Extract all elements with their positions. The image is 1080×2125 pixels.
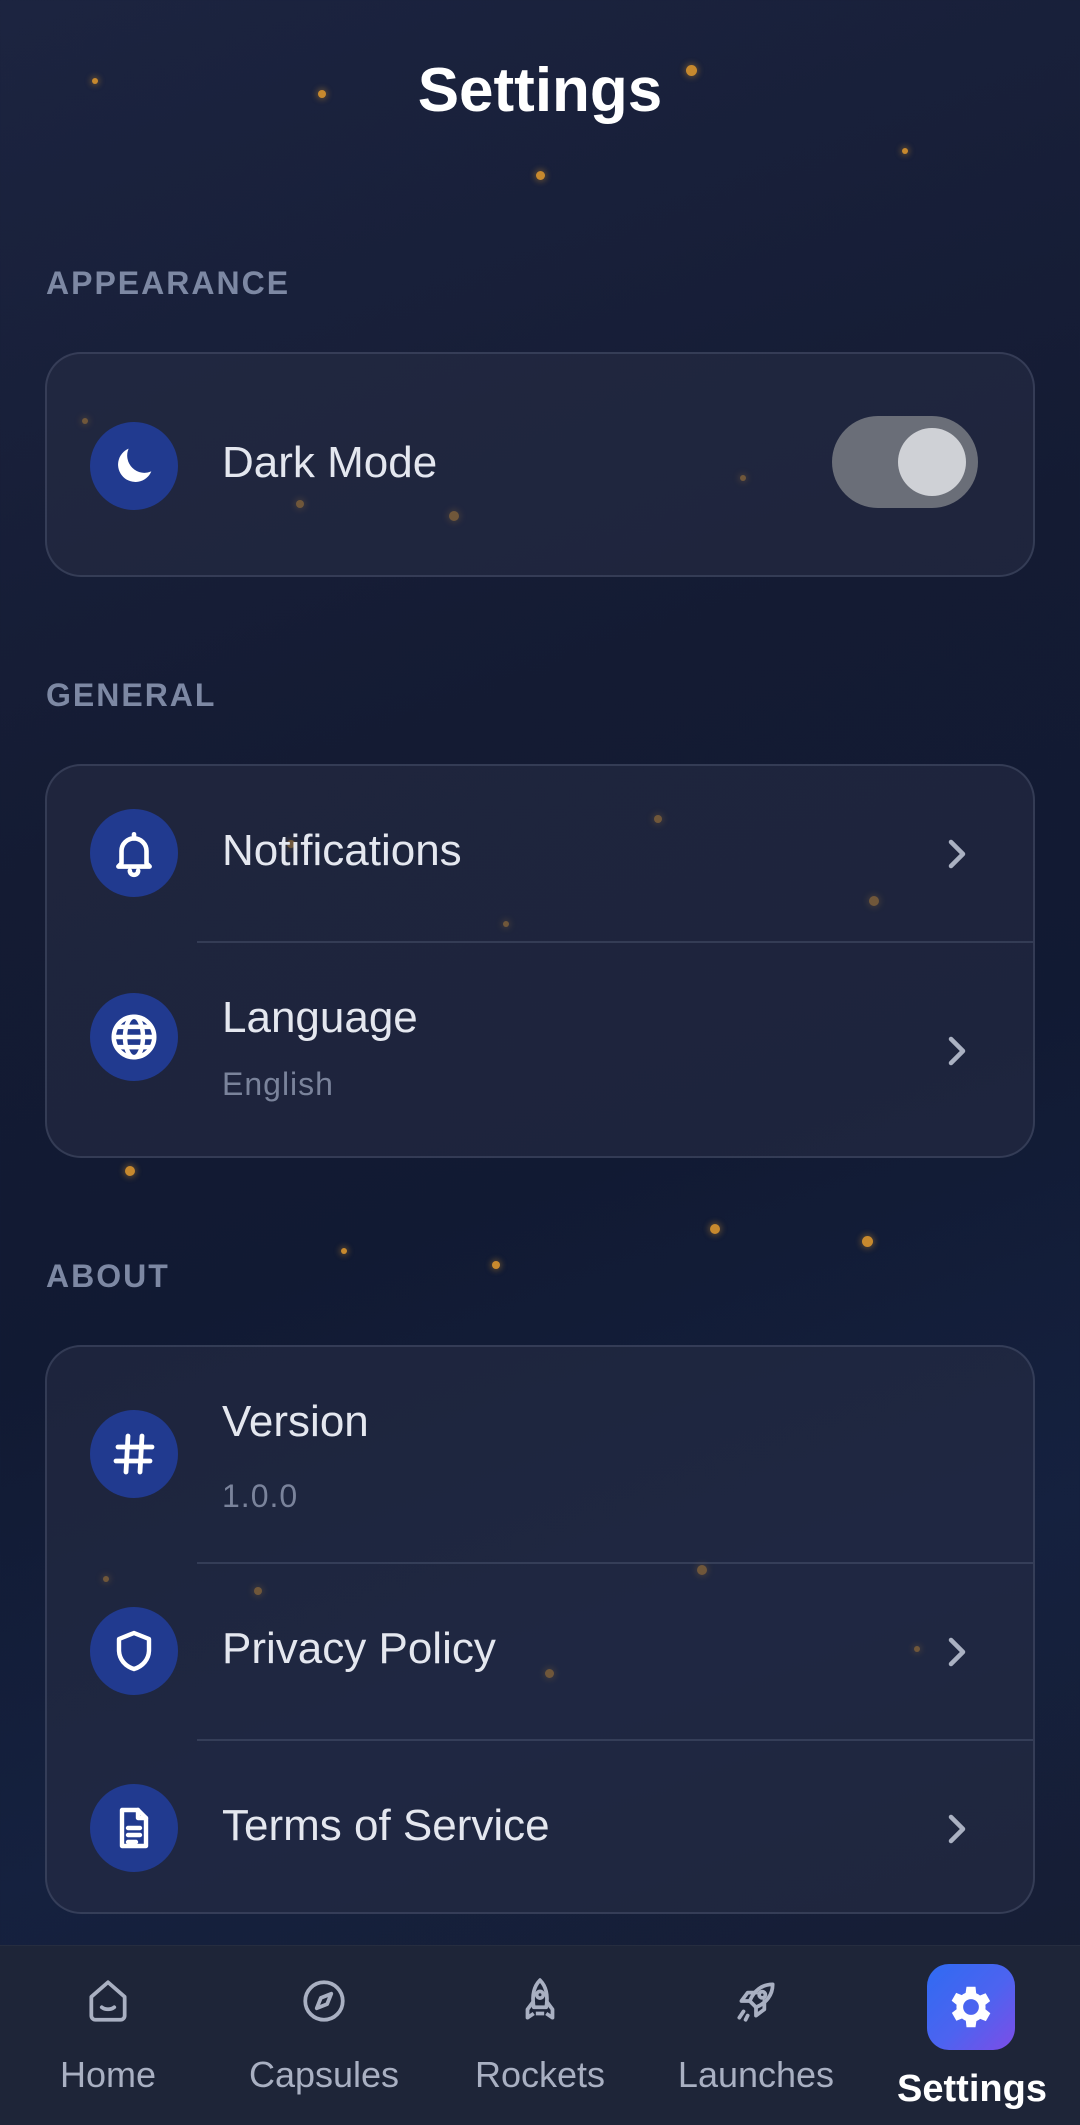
terms-of-service-label: Terms of Service: [222, 1801, 550, 1850]
nav-item-capsules[interactable]: Capsules: [216, 1946, 432, 2125]
nav-item-settings[interactable]: Settings: [864, 1946, 1080, 2125]
moon-icon: [90, 422, 178, 510]
chevron-right-icon: [948, 1637, 966, 1667]
document-icon: [90, 1784, 178, 1872]
launch-rocket-icon: [737, 1982, 775, 2022]
chevron-right-icon: [948, 1814, 966, 1844]
privacy-policy-row[interactable]: Privacy Policy: [47, 1564, 1033, 1739]
dark-mode-label: Dark Mode: [222, 438, 438, 487]
language-value: English: [222, 1066, 334, 1102]
nav-label-settings: Settings: [897, 2068, 1047, 2110]
version-row: Version 1.0.0: [47, 1347, 1033, 1562]
section-label-appearance: APPEARANCE: [46, 265, 291, 301]
page-title: Settings: [417, 56, 663, 125]
section-label-general: GENERAL: [46, 677, 217, 713]
language-label: Language: [222, 993, 418, 1042]
language-row[interactable]: Language English: [47, 943, 1033, 1156]
bell-icon: [90, 809, 178, 897]
home-icon: [89, 1980, 127, 2022]
hash-icon: [90, 1410, 178, 1498]
gear-icon: [927, 1964, 1015, 2050]
rocket-icon: [525, 1978, 555, 2020]
dark-mode-row: Dark Mode: [47, 354, 1033, 575]
nav-item-home[interactable]: Home: [0, 1946, 216, 2125]
terms-of-service-row[interactable]: Terms of Service: [47, 1741, 1033, 1912]
version-label: Version: [222, 1397, 369, 1446]
about-card: Version 1.0.0 Privacy Policy Terms of Se…: [45, 1345, 1035, 1914]
nav-label-rockets: Rockets: [474, 2054, 606, 2095]
appearance-card: Dark Mode: [45, 352, 1035, 577]
nav-label-home: Home: [59, 2054, 157, 2095]
dark-mode-toggle[interactable]: [832, 416, 978, 508]
notifications-row[interactable]: Notifications: [47, 766, 1033, 941]
notifications-label: Notifications: [222, 826, 462, 875]
shield-icon: [90, 1607, 178, 1695]
toggle-knob: [898, 428, 966, 496]
nav-item-launches[interactable]: Launches: [648, 1946, 864, 2125]
nav-label-capsules: Capsules: [248, 2054, 400, 2095]
nav-label-launches: Launches: [677, 2054, 835, 2095]
chevron-right-icon: [948, 839, 966, 869]
section-label-about: ABOUT: [46, 1258, 170, 1294]
nav-item-rockets[interactable]: Rockets: [432, 1946, 648, 2125]
globe-icon: [90, 993, 178, 1081]
version-value: 1.0.0: [222, 1478, 299, 1514]
privacy-policy-label: Privacy Policy: [222, 1624, 496, 1673]
compass-icon: [303, 1980, 345, 2022]
chevron-right-icon: [948, 1036, 966, 1066]
general-card: Notifications Language English: [45, 764, 1035, 1158]
bottom-navigation: Home Capsules Rockets Launches Settings: [0, 1945, 1080, 2125]
